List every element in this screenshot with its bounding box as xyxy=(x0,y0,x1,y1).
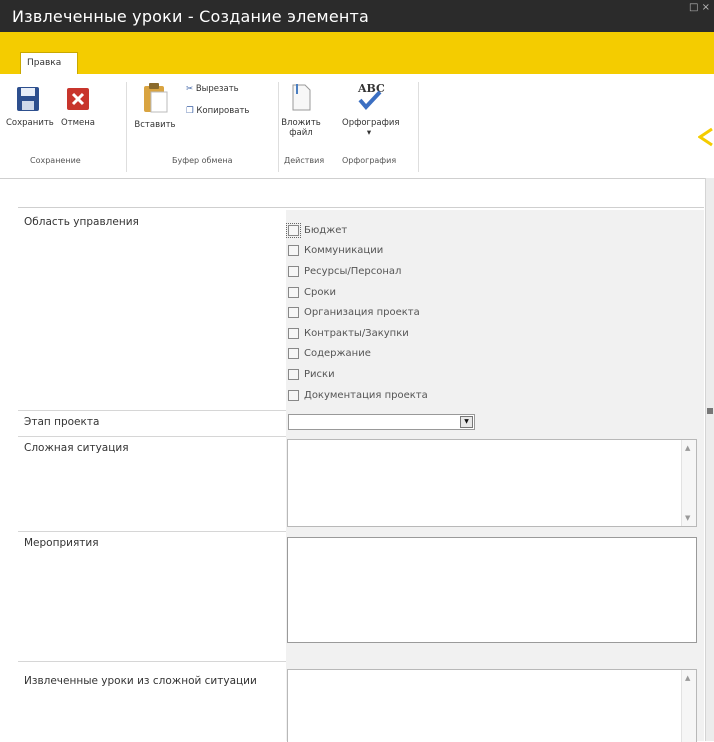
checkbox-item[interactable]: Организация проекта xyxy=(288,302,428,323)
checkbox-item[interactable]: Риски xyxy=(288,364,428,385)
ribbon-separator xyxy=(126,82,127,172)
lessons-textarea[interactable]: ▲ xyxy=(287,669,697,742)
form-row-area: Область управления Бюджет Коммуникации Р… xyxy=(18,210,704,411)
ribbon-separator xyxy=(418,82,419,172)
checkbox[interactable] xyxy=(288,245,299,257)
paste-button[interactable]: Вставить xyxy=(130,82,180,130)
group-label-actions: Действия xyxy=(284,156,325,165)
situation-textarea[interactable]: ▲ ▼ xyxy=(287,439,697,527)
checkbox-item[interactable]: Сроки xyxy=(288,282,428,303)
checkbox-item[interactable]: Коммуникации xyxy=(288,241,428,262)
scroll-up-icon[interactable]: ▲ xyxy=(685,444,690,452)
checkbox[interactable] xyxy=(288,348,299,360)
cancel-label: Отмена xyxy=(60,118,96,128)
stage-select[interactable]: ▼ xyxy=(288,414,475,430)
form-row-stage: Этап проекта ▼ xyxy=(18,410,704,437)
group-label-save: Сохранение xyxy=(30,156,81,165)
attach-label-1: Вложить xyxy=(281,118,321,128)
chevron-down-icon: ▾ xyxy=(366,128,372,138)
checkbox-item[interactable]: Контракты/Закупки xyxy=(288,323,428,344)
checkbox-label: Содержание xyxy=(304,348,371,360)
form-top-divider xyxy=(18,207,704,208)
group-label-clipboard: Буфер обмена xyxy=(172,156,233,165)
checkbox-item[interactable]: Документация проекта xyxy=(288,385,428,406)
copy-button[interactable]: ❐ Копировать xyxy=(186,106,249,116)
checkbox-label: Ресурсы/Персонал xyxy=(304,265,402,277)
scroll-up-icon[interactable]: ▲ xyxy=(685,674,690,682)
checkbox-item[interactable]: Содержание xyxy=(288,344,428,365)
cut-button[interactable]: ✂ Вырезать xyxy=(186,84,239,94)
save-label: Сохранить xyxy=(6,118,54,128)
group-label-spelling: Орфография xyxy=(342,156,397,165)
paste-label: Вставить xyxy=(134,120,176,130)
scissors-icon: ✂ xyxy=(186,84,194,94)
form-row-lessons: Извлеченные уроки из сложной ситуации ▲ xyxy=(18,661,704,742)
checkbox-label: Коммуникации xyxy=(304,245,384,257)
checkbox-label: Организация проекта xyxy=(304,307,420,319)
checkbox[interactable] xyxy=(288,327,299,339)
checkbox-item[interactable]: Бюджет xyxy=(286,220,428,241)
spell-check-icon: ABC xyxy=(357,82,385,110)
save-button[interactable]: Сохранить xyxy=(6,86,54,128)
situation-label: Сложная ситуация xyxy=(24,442,129,454)
spelling-button[interactable]: ABC Орфография ▾ xyxy=(342,80,400,138)
checkbox[interactable] xyxy=(288,286,299,298)
checkbox-label: Бюджет xyxy=(304,224,348,236)
clipboard-icon xyxy=(144,83,168,113)
ribbon-arrow-icon xyxy=(698,127,713,147)
form-row-measures: Мероприятия xyxy=(18,531,704,662)
stage-label: Этап проекта xyxy=(24,416,100,428)
checkbox[interactable] xyxy=(288,307,299,319)
tab-edit[interactable]: Правка xyxy=(20,52,78,74)
floppy-disk-icon xyxy=(17,87,39,111)
area-label: Область управления xyxy=(24,216,139,228)
page-scrollbar[interactable] xyxy=(705,178,714,741)
copy-icon: ❐ xyxy=(186,106,194,116)
lessons-label: Извлеченные уроки из сложной ситуации xyxy=(24,675,257,687)
cut-label: Вырезать xyxy=(195,84,239,94)
dropdown-arrow-icon[interactable]: ▼ xyxy=(460,416,473,428)
window-title: Извлеченные уроки - Создание элемента xyxy=(12,7,370,26)
measures-label: Мероприятия xyxy=(24,537,99,549)
ribbon-separator xyxy=(278,82,279,172)
checkbox[interactable] xyxy=(288,265,299,277)
ribbon: Сохранить Отмена Вставить ✂ Вырезать ❐ К… xyxy=(0,74,714,179)
window-controls[interactable]: □ × xyxy=(689,2,710,13)
checkbox[interactable] xyxy=(288,389,299,401)
area-checkbox-list: Бюджет Коммуникации Ресурсы/Персонал Сро… xyxy=(286,220,428,406)
cancel-button[interactable]: Отмена xyxy=(58,86,98,128)
scroll-down-icon[interactable]: ▼ xyxy=(685,514,690,522)
checkbox-label: Документация проекта xyxy=(304,389,428,401)
checkbox[interactable] xyxy=(288,368,299,380)
close-icon xyxy=(67,88,89,110)
checkbox-label: Риски xyxy=(304,368,335,380)
textarea-scrollbar[interactable]: ▲ ▼ xyxy=(681,440,696,526)
attach-file-icon xyxy=(292,84,311,111)
checkbox-label: Сроки xyxy=(304,286,336,298)
copy-label: Копировать xyxy=(196,106,250,116)
checkbox-item[interactable]: Ресурсы/Персонал xyxy=(288,261,428,282)
window-title-bar: Извлеченные уроки - Создание элемента □ … xyxy=(0,0,714,32)
textarea-scrollbar[interactable]: ▲ xyxy=(681,670,696,742)
checkbox-label: Контракты/Закупки xyxy=(304,327,409,339)
scrollbar-thumb[interactable] xyxy=(707,408,713,414)
form-row-situation: Сложная ситуация ▲ ▼ xyxy=(18,436,704,532)
checkbox[interactable] xyxy=(286,222,301,238)
ribbon-tab-bar xyxy=(0,32,714,74)
spelling-label: Орфография xyxy=(342,118,400,128)
attach-file-button[interactable]: Вложить файл xyxy=(280,82,322,138)
attach-label-2: файл xyxy=(289,128,313,138)
measures-textarea[interactable] xyxy=(287,537,697,643)
